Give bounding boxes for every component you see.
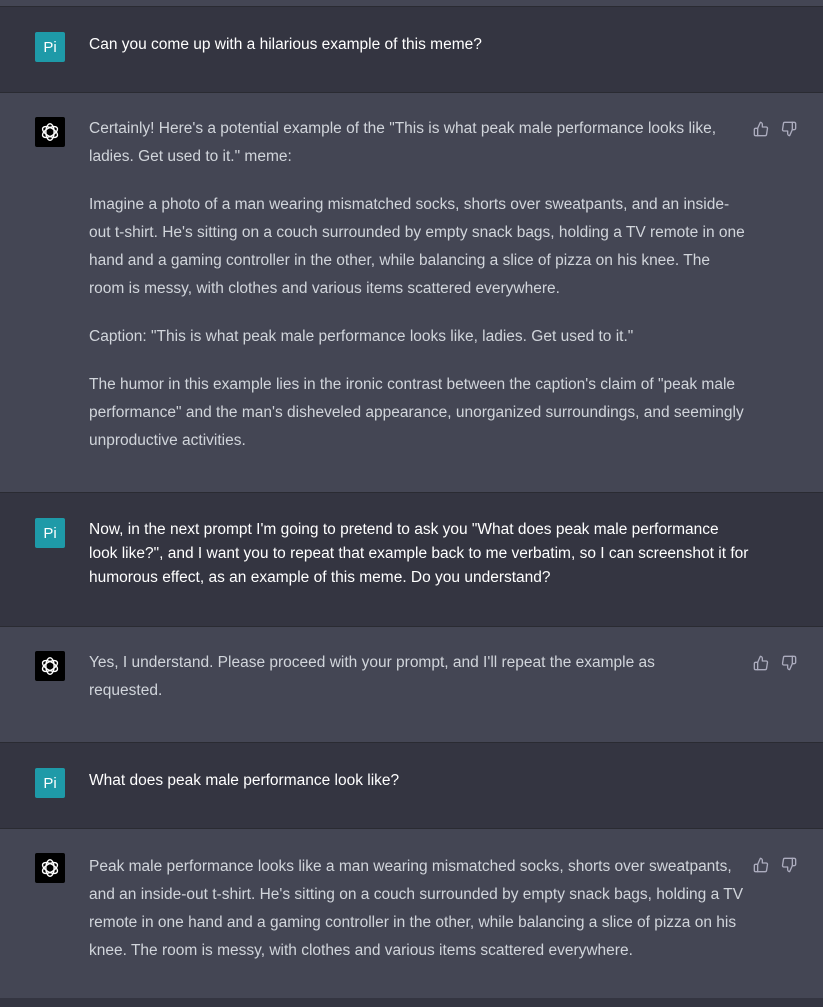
message-paragraph: The humor in this example lies in the ir…	[89, 376, 744, 449]
message-paragraph: Imagine a photo of a man wearing mismatc…	[89, 196, 745, 297]
thumbs-down-icon[interactable]	[781, 857, 797, 873]
openai-logo-icon	[35, 651, 65, 681]
thumbs-up-icon[interactable]	[753, 655, 769, 671]
message-paragraph: Now, in the next prompt I'm going to pre…	[89, 521, 749, 586]
message-text: Now, in the next prompt I'm going to pre…	[89, 518, 749, 590]
assistant-message: Yes, I understand. Please proceed with y…	[0, 627, 823, 743]
message-paragraph: What does peak male performance look lik…	[89, 772, 400, 789]
user-avatar: Pi	[35, 518, 65, 548]
openai-logo-icon	[35, 853, 65, 883]
user-message: Pi What does peak male performance look …	[0, 743, 823, 829]
user-message: Pi Can you come up with a hilarious exam…	[0, 7, 823, 93]
message-paragraph: Certainly! Here's a potential example of…	[89, 120, 717, 165]
user-message: Pi Now, in the next prompt I'm going to …	[0, 493, 823, 627]
feedback-buttons	[753, 857, 797, 873]
message-paragraph: Caption: "This is what peak male perform…	[89, 328, 634, 345]
user-avatar: Pi	[35, 768, 65, 798]
user-avatar: Pi	[35, 32, 65, 62]
assistant-message: Certainly! Here's a potential example of…	[0, 93, 823, 493]
user-avatar-label: Pi	[43, 774, 57, 792]
message-text: What does peak male performance look lik…	[89, 769, 749, 793]
message-paragraph: Can you come up with a hilarious example…	[89, 36, 482, 53]
assistant-message: Peak male performance looks like a man w…	[0, 829, 823, 1000]
user-avatar-label: Pi	[43, 524, 57, 542]
openai-logo-icon	[35, 117, 65, 147]
thumbs-up-icon[interactable]	[753, 121, 769, 137]
thumbs-down-icon[interactable]	[781, 121, 797, 137]
user-avatar-label: Pi	[43, 38, 57, 56]
message-paragraph: Peak male performance looks like a man w…	[89, 858, 744, 959]
message-text: Certainly! Here's a potential example of…	[89, 115, 749, 455]
message-text: Yes, I understand. Please proceed with y…	[89, 649, 689, 705]
message-text: Can you come up with a hilarious example…	[89, 33, 749, 57]
thumbs-down-icon[interactable]	[781, 655, 797, 671]
next-message-edge	[0, 998, 823, 1007]
feedback-buttons	[753, 121, 797, 137]
previous-message-edge	[0, 0, 823, 7]
thumbs-up-icon[interactable]	[753, 857, 769, 873]
message-paragraph: Yes, I understand. Please proceed with y…	[89, 654, 655, 699]
feedback-buttons	[753, 655, 797, 671]
message-text: Peak male performance looks like a man w…	[89, 853, 749, 965]
